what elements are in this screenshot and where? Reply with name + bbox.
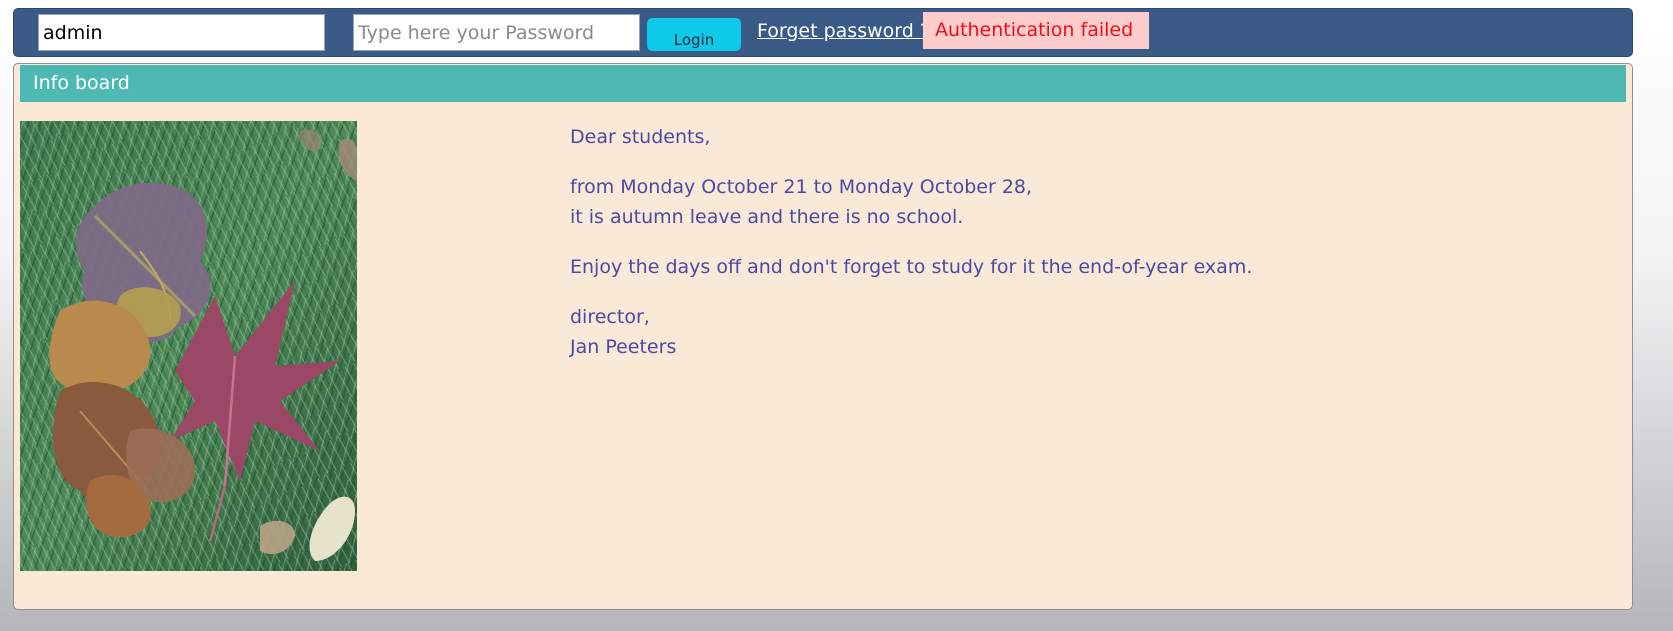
info-board-title: Info board <box>33 72 130 94</box>
login-bar: Login Forget password ? <box>13 8 1633 57</box>
info-board-header: Info board <box>20 65 1626 102</box>
forget-password-link[interactable]: Forget password ? <box>757 20 930 42</box>
info-board: Info board Dear students, from Monday Oc… <box>13 63 1633 610</box>
info-board-message: Dear students, from Monday October 21 to… <box>570 122 1470 382</box>
autumn-leaves-image <box>20 121 357 571</box>
message-period-line1: from Monday October 21 to Monday October… <box>570 176 1033 198</box>
login-button[interactable]: Login <box>647 18 741 51</box>
password-input[interactable] <box>353 14 640 51</box>
username-input[interactable] <box>38 14 325 51</box>
message-period-line2: it is autumn leave and there is no schoo… <box>570 206 964 228</box>
message-signature: director, Jan Peeters <box>570 302 1470 362</box>
authentication-error-message: Authentication failed <box>923 12 1149 49</box>
message-period: from Monday October 21 to Monday October… <box>570 172 1470 232</box>
message-greeting: Dear students, <box>570 126 711 148</box>
signature-name: Jan Peeters <box>570 336 677 358</box>
autumn-leaves-photo <box>20 121 357 571</box>
signature-role: director, <box>570 306 650 328</box>
message-reminder: Enjoy the days off and don't forget to s… <box>570 256 1253 278</box>
